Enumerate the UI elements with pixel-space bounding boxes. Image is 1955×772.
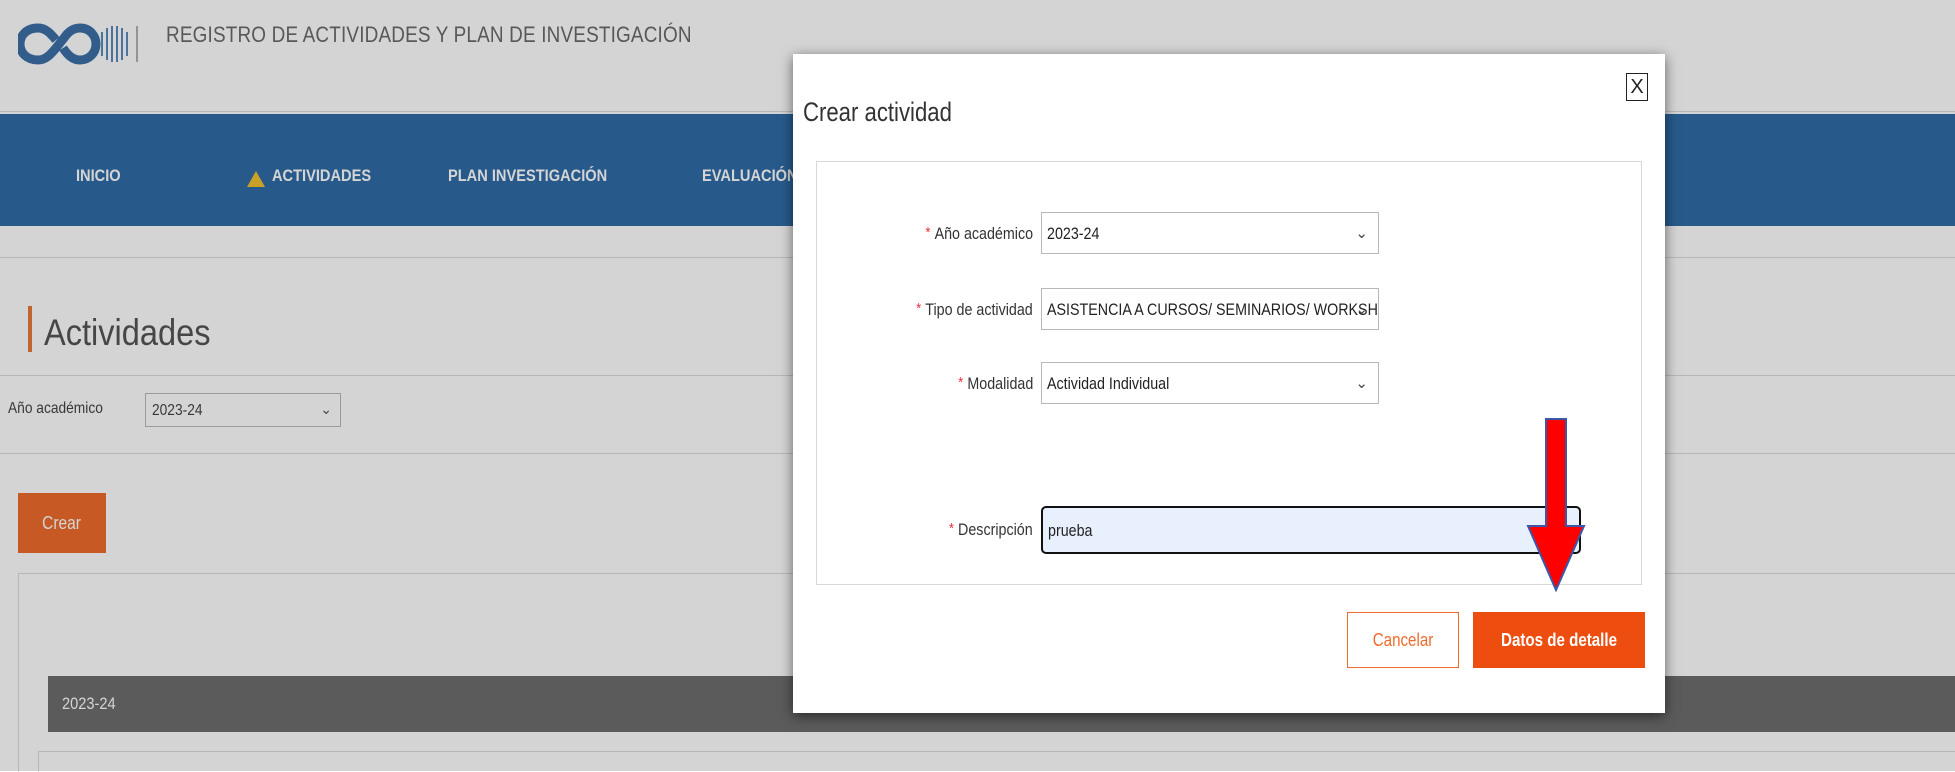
type-select-value: ASISTENCIA A CURSOS/ SEMINARIOS/ WORKSHO…: [1047, 300, 1379, 319]
required-mark: *: [949, 520, 955, 537]
details-button[interactable]: Datos de detalle: [1473, 612, 1645, 668]
year-select[interactable]: 2023-24 ⌄: [1041, 212, 1379, 254]
dialog-form: * Año académico 2023-24 ⌄ * Tipo de activi…: [816, 161, 1642, 585]
mode-select[interactable]: Actividad Individual ⌄: [1041, 362, 1379, 404]
type-field-label: * Tipo de actividad: [916, 300, 1033, 319]
year-field-label: * Año académico: [925, 224, 1033, 243]
required-mark: *: [957, 374, 963, 391]
mode-field-label: * Modalidad: [957, 374, 1033, 393]
description-value: prueba: [1048, 521, 1093, 540]
chevron-down-icon: ⌄: [1355, 375, 1368, 392]
type-select[interactable]: ASISTENCIA A CURSOS/ SEMINARIOS/ WORKSHO…: [1041, 288, 1379, 330]
mode-select-value: Actividad Individual: [1047, 374, 1170, 393]
create-activity-dialog: Crear actividad X * Año académico 2023-24…: [793, 54, 1665, 713]
annotation-arrow-icon: [1526, 418, 1586, 592]
chevron-down-icon: ⌄: [1355, 301, 1368, 318]
cancel-button[interactable]: Cancelar: [1347, 612, 1459, 668]
description-field-label: * Descripción: [949, 520, 1033, 539]
required-mark: *: [916, 300, 922, 317]
description-input[interactable]: prueba: [1041, 506, 1581, 554]
close-button[interactable]: X: [1626, 73, 1648, 101]
chevron-down-icon: ⌄: [1355, 225, 1368, 242]
required-mark: *: [925, 224, 931, 241]
year-select-value: 2023-24: [1047, 224, 1100, 243]
dialog-title: Crear actividad: [803, 97, 952, 127]
